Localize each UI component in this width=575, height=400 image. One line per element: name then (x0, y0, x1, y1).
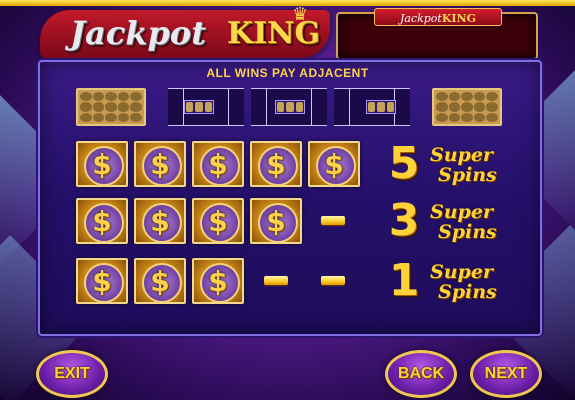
empty-reel-dash (321, 216, 345, 225)
dollar-glyph: $ (208, 265, 228, 298)
logo-jackpot-text: Jackpot (70, 14, 207, 52)
dollar-symbol: $ (76, 198, 128, 244)
dollar-symbol: $ (134, 198, 186, 244)
super-spins-label-row2: Super Spins (430, 202, 506, 242)
reel-diagram-full-left (76, 88, 146, 126)
super-spins-count-row2: 3 (388, 195, 420, 246)
spins-word: Spins (438, 221, 497, 243)
dollar-symbol: $ (250, 141, 302, 187)
super-word: Super (430, 144, 493, 166)
top-strip (0, 0, 575, 6)
reel-diagram-line-1 (168, 88, 244, 126)
next-button[interactable]: NEXT (470, 350, 542, 398)
empty-reel-dash (264, 276, 288, 285)
reel-diagram-full-right (432, 88, 502, 126)
dollar-symbol: $ (250, 198, 302, 244)
dollar-glyph: $ (266, 205, 286, 238)
empty-reel-dash (321, 276, 345, 285)
jackpot-banner: JackpotKING (374, 8, 502, 26)
crown-icon: ♛ (292, 4, 309, 25)
dollar-symbol: $ (192, 198, 244, 244)
dollar-glyph: $ (92, 205, 112, 238)
reel-diagram-line-3 (334, 88, 410, 126)
super-word: Super (430, 261, 493, 283)
dollar-symbol: $ (192, 141, 244, 187)
jackpot-display: JackpotKING (336, 8, 538, 60)
spins-word: Spins (438, 164, 497, 186)
dollar-glyph: $ (208, 148, 228, 181)
dollar-symbol: $ (192, 258, 244, 304)
dollar-symbol: $ (134, 141, 186, 187)
super-spins-label-row1: Super Spins (430, 145, 506, 185)
super-spins-count-row1: 5 (388, 138, 420, 189)
dollar-glyph: $ (92, 265, 112, 298)
spins-word: Spins (438, 281, 497, 303)
dollar-glyph: $ (150, 148, 170, 181)
super-word: Super (430, 201, 493, 223)
super-spins-label-row3: Super Spins (430, 262, 506, 302)
dollar-glyph: $ (92, 148, 112, 181)
dollar-symbol: $ (76, 141, 128, 187)
banner-king-text: KING (441, 12, 477, 25)
dollar-glyph: $ (266, 148, 286, 181)
dollar-symbol: $ (76, 258, 128, 304)
dollar-glyph: $ (208, 205, 228, 238)
banner-jackpot-text: Jackpot (399, 12, 442, 25)
dollar-glyph: $ (150, 265, 170, 298)
exit-button[interactable]: EXIT (36, 350, 108, 398)
dollar-symbol: $ (134, 258, 186, 304)
dollar-glyph: $ (150, 205, 170, 238)
paytable-heading: ALL WINS PAY ADJACENT (206, 66, 369, 80)
back-button[interactable]: BACK (385, 350, 457, 398)
dollar-symbol: $ (308, 141, 360, 187)
jackpot-king-logo: Jackpot KING ♛ (40, 4, 330, 58)
super-spins-count-row3: 1 (388, 255, 420, 306)
dollar-glyph: $ (324, 148, 344, 181)
reel-diagram-line-2 (251, 88, 327, 126)
